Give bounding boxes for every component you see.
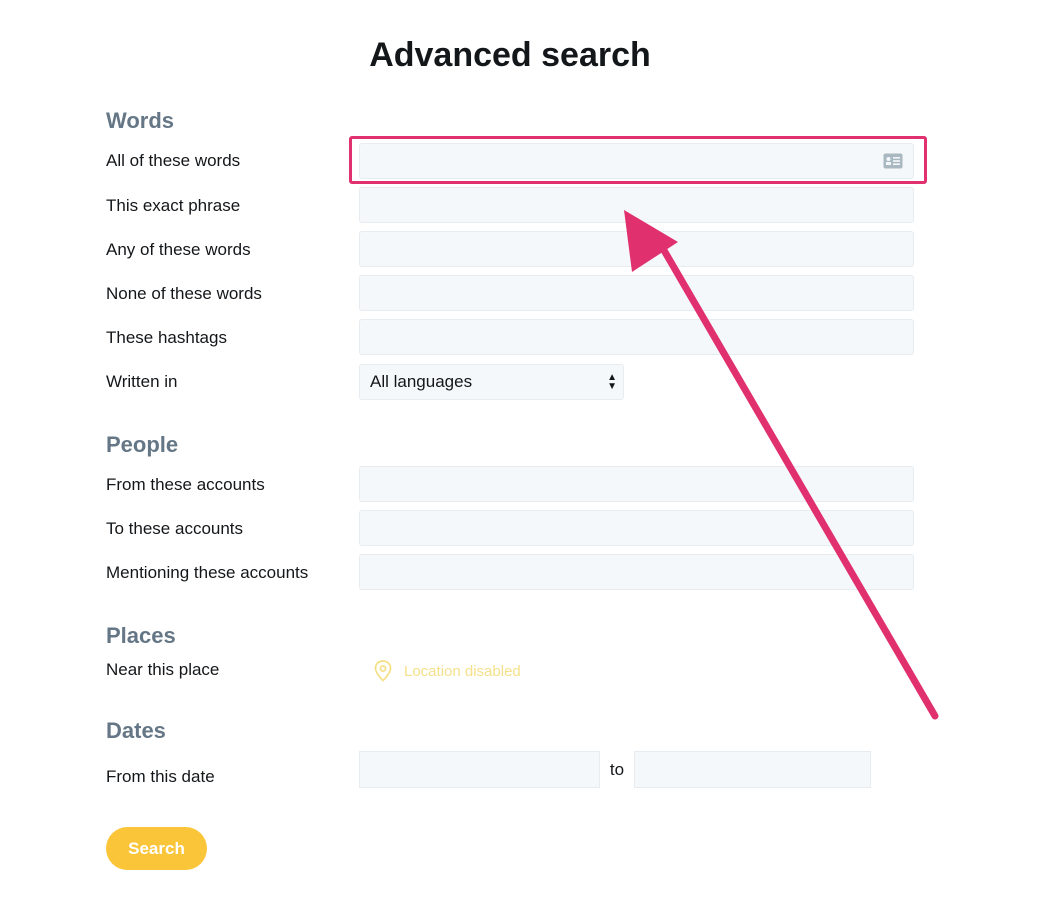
to-date-field[interactable]	[634, 751, 871, 788]
to-accounts-field[interactable]	[359, 510, 914, 546]
label-all-words: All of these words	[106, 151, 241, 170]
label-near-place: Near this place	[106, 660, 220, 679]
highlight-box	[349, 136, 927, 184]
location-disabled-text: Location disabled	[404, 662, 521, 680]
section-heading-places: Places	[106, 623, 176, 648]
none-words-field[interactable]	[359, 275, 914, 311]
updown-arrows-icon: ▲ ▼	[607, 372, 617, 392]
section-heading-people: People	[106, 432, 179, 457]
from-accounts-input[interactable]	[360, 467, 913, 501]
page-title: Advanced search	[369, 36, 651, 74]
section-heading-dates: Dates	[106, 718, 166, 743]
hashtags-field[interactable]	[359, 319, 914, 355]
label-mentioning-accounts: Mentioning these accounts	[106, 563, 309, 582]
language-select[interactable]: All languages ▲ ▼	[359, 364, 624, 400]
label-written-in: Written in	[106, 372, 178, 391]
language-selected-value: All languages	[370, 372, 473, 391]
label-none-words: None of these words	[106, 284, 262, 303]
exact-phrase-field[interactable]	[359, 187, 914, 223]
none-words-input[interactable]	[360, 276, 913, 310]
label-exact-phrase: This exact phrase	[106, 196, 241, 215]
date-separator: to	[600, 751, 634, 788]
label-from-accounts: From these accounts	[106, 475, 265, 494]
any-words-input[interactable]	[360, 232, 913, 266]
to-accounts-input[interactable]	[360, 511, 913, 545]
from-accounts-field[interactable]	[359, 466, 914, 502]
label-to-accounts: To these accounts	[106, 519, 244, 538]
section-heading-words: Words	[106, 108, 175, 133]
mentioning-accounts-input[interactable]	[360, 555, 913, 589]
exact-phrase-input[interactable]	[360, 188, 913, 222]
label-hashtags: These hashtags	[106, 328, 227, 347]
hashtags-input[interactable]	[360, 320, 913, 354]
location-pin-icon	[374, 660, 392, 682]
label-any-words: Any of these words	[106, 240, 251, 259]
from-date-field[interactable]	[359, 751, 600, 788]
location-status: Location disabled	[374, 660, 521, 682]
any-words-field[interactable]	[359, 231, 914, 267]
label-from-date: From this date	[106, 767, 215, 786]
mentioning-accounts-field[interactable]	[359, 554, 914, 590]
search-button[interactable]: Search	[106, 827, 207, 870]
